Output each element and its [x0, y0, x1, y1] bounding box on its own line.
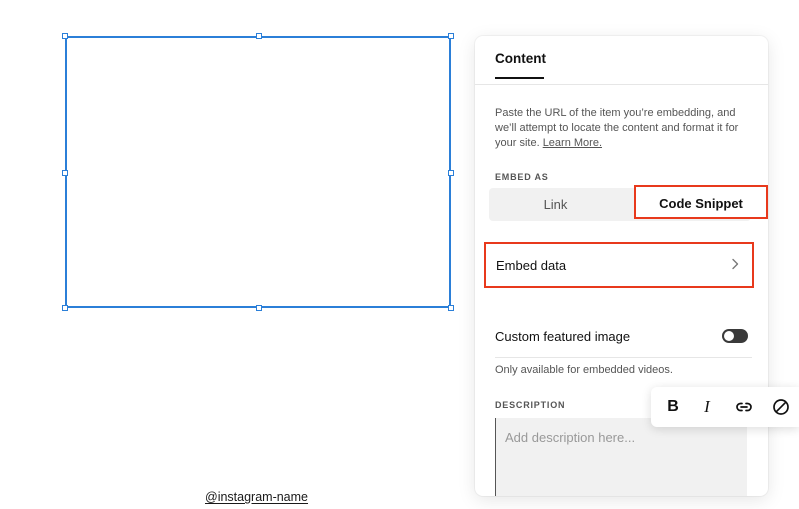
resize-handle-top-right[interactable]: [448, 33, 454, 39]
resize-handle-bottom[interactable]: [256, 305, 262, 311]
custom-featured-image-row: Custom featured image: [495, 321, 752, 358]
bold-icon[interactable]: B: [663, 397, 683, 417]
embed-data-label: Embed data: [496, 258, 567, 273]
clear-format-icon[interactable]: [771, 397, 791, 417]
embed-as-label: EMBED AS: [495, 172, 549, 182]
description-label: DESCRIPTION: [495, 400, 566, 410]
custom-featured-image-label: Custom featured image: [495, 329, 631, 344]
resize-handle-right[interactable]: [448, 170, 454, 176]
resize-handle-bottom-right[interactable]: [448, 305, 454, 311]
instagram-caption-link[interactable]: @instagram-name: [205, 490, 308, 504]
embed-as-link-option[interactable]: Link: [489, 188, 622, 221]
learn-more-link[interactable]: Learn More.: [543, 137, 602, 149]
embed-block-selected[interactable]: [62, 33, 454, 311]
description-input[interactable]: [495, 418, 747, 496]
link-icon[interactable]: [734, 397, 754, 417]
tab-content[interactable]: Content: [495, 51, 546, 79]
resize-handle-bottom-left[interactable]: [62, 305, 68, 311]
text-format-toolbar: B I: [651, 387, 799, 427]
resize-handle-top[interactable]: [256, 33, 262, 39]
embed-instructions: Paste the URL of the item you’re embeddi…: [495, 106, 753, 151]
toggle-knob: [724, 331, 734, 341]
custom-featured-image-toggle[interactable]: [722, 329, 748, 343]
panel-tabs: Content: [475, 36, 768, 85]
resize-handle-top-left[interactable]: [62, 33, 68, 39]
italic-icon[interactable]: I: [697, 397, 717, 417]
resize-handle-left[interactable]: [62, 170, 68, 176]
embed-data-row[interactable]: Embed data: [484, 242, 754, 288]
embed-as-code-snippet-option[interactable]: Code Snippet: [634, 185, 768, 219]
embed-settings-panel: Content Paste the URL of the item you’re…: [475, 36, 768, 496]
embed-as-segmented-control: Link Code Snippet: [489, 185, 768, 221]
chevron-right-icon: [732, 258, 739, 270]
custom-featured-image-note: Only available for embedded videos.: [495, 364, 673, 376]
embed-instructions-text: Paste the URL of the item you’re embeddi…: [495, 107, 739, 149]
